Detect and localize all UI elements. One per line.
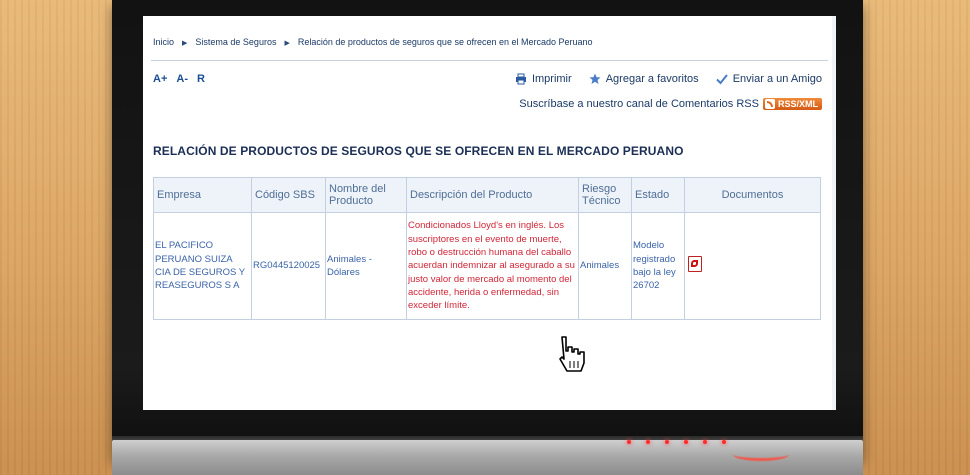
products-table: Empresa Código SBS Nombre del Producto D… <box>153 177 821 320</box>
header-nombre: Nombre del Producto <box>325 177 407 213</box>
breadcrumb: Inicio ▶ Sistema de Seguros ▶ Relación de pr… <box>153 37 593 47</box>
rss-subscribe-label[interactable]: Suscríbase a nuestro canal de Comentario… <box>519 98 759 110</box>
cell-riesgo: Animales <box>578 212 632 320</box>
cell-empresa: EL PACIFICO PERUANO SUIZA CIA DE SEGUROS… <box>153 212 252 320</box>
header-riesgo: Riesgo Técnico <box>578 177 632 213</box>
breadcrumb-home-link[interactable]: Inicio <box>153 37 174 47</box>
rss-button[interactable]: RSS/XML <box>762 98 822 110</box>
cell-nombre: Animales - Dólares <box>325 212 407 320</box>
breadcrumb-arrow-icon: ▶ <box>284 40 290 47</box>
printer-icon <box>515 73 526 85</box>
browser-screen: Inicio ▶ Sistema de Seguros ▶ Relación de pr… <box>143 16 836 410</box>
header-descripcion: Descripción del Producto <box>406 177 579 213</box>
rss-subscribe: Suscríbase a nuestro canal de Comentario… <box>519 98 822 110</box>
font-decrease-button[interactable]: A- <box>176 73 188 85</box>
breadcrumb-current: Relación de productos de seguros que se … <box>297 37 593 47</box>
cell-estado: Modelo registrado bajo la ley 26702 <box>631 212 685 320</box>
breadcrumb-sistema-link[interactable]: Sistema de Seguros <box>195 37 276 47</box>
page-actions: Imprimir Agregar a favoritos Enviar a un… <box>501 73 822 88</box>
table-header-row: Empresa Código SBS Nombre del Producto D… <box>153 177 821 213</box>
rss-icon <box>764 99 775 109</box>
font-reset-button[interactable]: R <box>197 73 205 85</box>
font-increase-button[interactable]: A+ <box>153 73 167 85</box>
cell-descripcion: Condicionados Lloyd's en inglés. Los sus… <box>406 212 579 320</box>
table-row: EL PACIFICO PERUANO SUIZA CIA DE SEGUROS… <box>153 212 821 320</box>
power-light <box>733 448 789 461</box>
cell-codigo: RG0445120025 <box>251 212 326 320</box>
font-size-controls: A+ A- R <box>153 73 214 85</box>
send-friend-button[interactable]: Enviar a un Amigo <box>716 73 822 85</box>
page-title: RELACIÓN DE PRODUCTOS DE SEGUROS QUE SE … <box>153 144 684 158</box>
star-icon <box>589 73 601 84</box>
cell-documentos <box>684 212 821 320</box>
header-empresa: Empresa <box>153 177 252 213</box>
checkmark-icon <box>716 74 728 85</box>
header-documentos: Documentos <box>684 177 821 213</box>
header-estado: Estado <box>631 177 685 213</box>
breadcrumb-arrow-icon: ▶ <box>182 40 188 47</box>
divider <box>151 60 828 61</box>
pdf-icon[interactable] <box>688 255 702 272</box>
hand-pointer-icon <box>559 336 585 372</box>
scrollbar[interactable] <box>832 16 836 410</box>
header-codigo: Código SBS <box>251 177 326 213</box>
print-button[interactable]: Imprimir <box>515 73 572 85</box>
add-favorite-button[interactable]: Agregar a favoritos <box>589 73 699 85</box>
